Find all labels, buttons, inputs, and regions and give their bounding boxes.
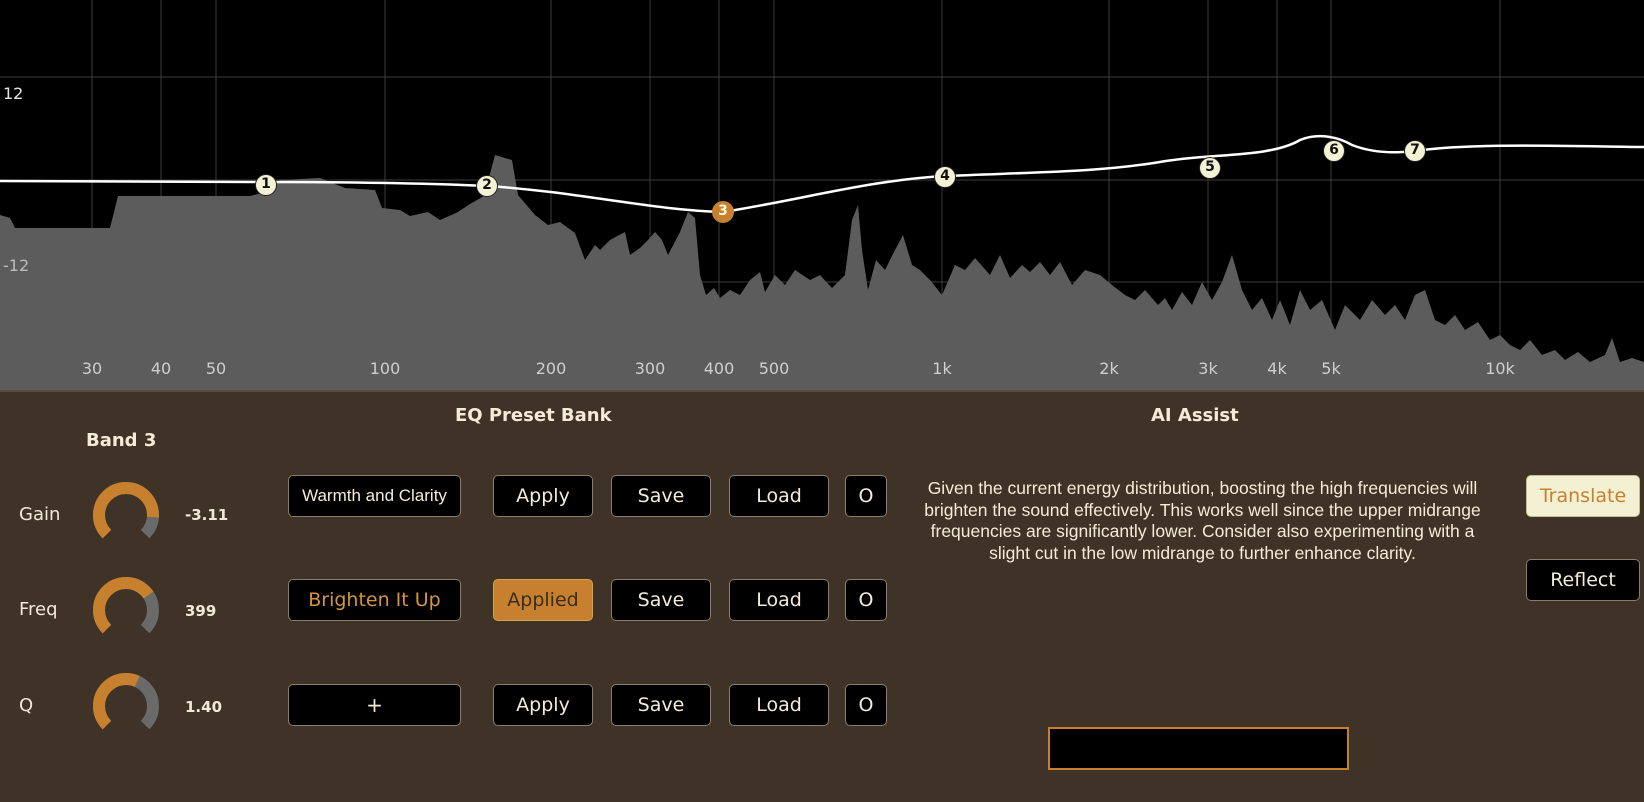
freq-value: 399 xyxy=(185,602,217,620)
preset-save-3[interactable]: Save xyxy=(611,684,711,726)
freq-label-50: 50 xyxy=(205,359,227,378)
control-panel: Band 3 Gain -3.11 Freq 399 Q 1.40 EQ Pre… xyxy=(0,390,1644,802)
freq-label-3k: 3k xyxy=(1198,359,1218,378)
freq-label-10k: 10k xyxy=(1485,359,1515,378)
freq-label-2k: 2k xyxy=(1099,359,1119,378)
freq-label: Freq xyxy=(19,599,58,620)
gain-label: Gain xyxy=(19,504,61,525)
band-node-4[interactable]: 4 xyxy=(934,166,956,188)
ai-prompt-input[interactable] xyxy=(1048,727,1349,770)
preset-extra-3[interactable]: O xyxy=(845,684,887,726)
freq-label-1k: 1k xyxy=(932,359,952,378)
freq-label-500: 500 xyxy=(758,359,790,378)
freq-knob[interactable] xyxy=(91,575,161,645)
freq-label-40: 40 xyxy=(150,359,172,378)
band-node-2[interactable]: 2 xyxy=(476,175,498,197)
add-preset-button[interactable]: + xyxy=(288,684,461,726)
db-label-plus12: 12 xyxy=(3,84,24,103)
preset-save-2[interactable]: Save xyxy=(611,579,711,621)
freq-label-100: 100 xyxy=(369,359,401,378)
preset-applied-2[interactable]: Applied xyxy=(493,579,593,621)
freq-label-400: 400 xyxy=(703,359,735,378)
freq-label-30: 30 xyxy=(81,359,103,378)
gain-value: -3.11 xyxy=(185,506,229,524)
band-title: Band 3 xyxy=(86,430,157,451)
eq-graph[interactable]: 12 -12 30 40 50 100 200 300 400 500 1k 2… xyxy=(0,0,1644,390)
preset-load-1[interactable]: Load xyxy=(729,475,829,517)
q-label: Q xyxy=(19,695,34,716)
preset-save-1[interactable]: Save xyxy=(611,475,711,517)
freq-label-4k: 4k xyxy=(1267,359,1287,378)
spectrum-analyzer xyxy=(0,155,1644,390)
reflect-button[interactable]: Reflect xyxy=(1526,559,1640,601)
band-node-6[interactable]: 6 xyxy=(1323,140,1345,162)
ai-assist-message: Given the current energy distribution, b… xyxy=(924,478,1481,563)
freq-label-5k: 5k xyxy=(1321,359,1341,378)
preset-apply-3[interactable]: Apply xyxy=(493,684,593,726)
q-knob[interactable] xyxy=(91,671,161,741)
eq-graph-canvas[interactable] xyxy=(0,0,1644,390)
preset-name-2[interactable]: Brighten It Up xyxy=(288,579,461,621)
q-value: 1.40 xyxy=(185,698,223,716)
db-label-minus12: -12 xyxy=(3,256,30,275)
preset-name-1[interactable]: Warmth and Clarity xyxy=(288,475,461,517)
band-node-3[interactable]: 3 xyxy=(712,201,734,223)
freq-label-300: 300 xyxy=(634,359,666,378)
preset-bank-title: EQ Preset Bank xyxy=(455,405,612,426)
ai-assist-title: AI Assist xyxy=(1151,405,1239,426)
preset-load-3[interactable]: Load xyxy=(729,684,829,726)
preset-load-2[interactable]: Load xyxy=(729,579,829,621)
preset-extra-2[interactable]: O xyxy=(845,579,887,621)
gain-knob[interactable] xyxy=(91,480,161,550)
band-node-5[interactable]: 5 xyxy=(1199,157,1221,179)
preset-apply-1[interactable]: Apply xyxy=(493,475,593,517)
band-node-7[interactable]: 7 xyxy=(1404,140,1426,162)
preset-extra-1[interactable]: O xyxy=(845,475,887,517)
band-node-1[interactable]: 1 xyxy=(255,174,277,196)
translate-button[interactable]: Translate xyxy=(1526,475,1640,517)
freq-label-200: 200 xyxy=(535,359,567,378)
